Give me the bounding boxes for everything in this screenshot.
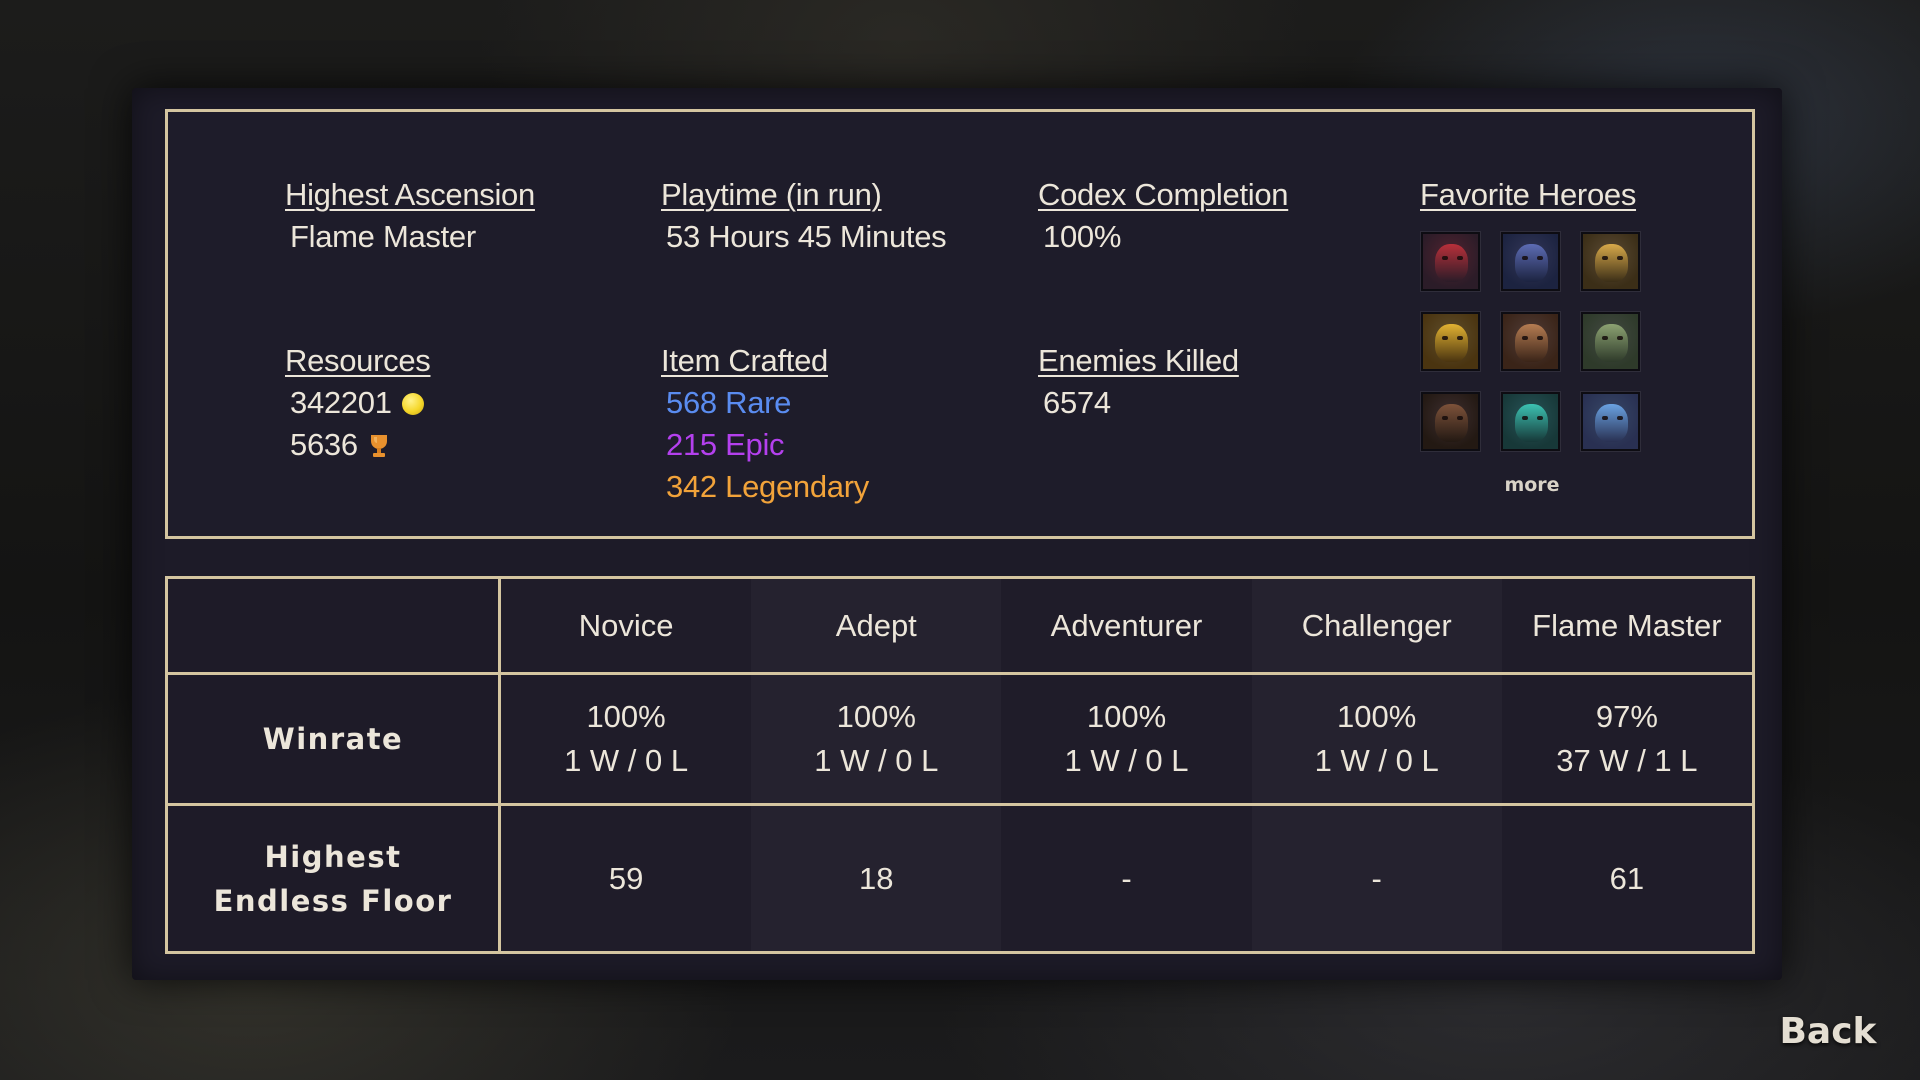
row-label-line: Highest — [264, 839, 402, 874]
endless-floor-cell-adventurer: - — [1001, 806, 1252, 951]
column-header-flame-master: Flame Master — [1501, 579, 1752, 675]
favorite-heroes-label: Favorite Heroes — [1420, 177, 1637, 212]
legendary-items-count: 342 Legendary — [666, 469, 869, 504]
winrate-record: 1 W / 0 L — [564, 743, 689, 778]
endless-floor-cell-challenger: - — [1251, 806, 1502, 951]
winrate-record: 1 W / 0 L — [1064, 743, 1189, 778]
winrate-cell-adept: 100% 1 W / 0 L — [751, 675, 1002, 806]
column-header-adventurer: Adventurer — [1001, 579, 1252, 675]
enemies-killed-value: 6574 — [1043, 385, 1111, 420]
column-header-challenger: Challenger — [1251, 579, 1502, 675]
bearded-man-hero-icon — [1421, 392, 1480, 451]
trophy-amount-row: 5636 — [285, 424, 430, 466]
more-heroes-link[interactable]: more — [1484, 473, 1580, 497]
enemies-killed-stat: Enemies Killed 6574 — [1038, 340, 1239, 424]
golden-winged-hero-icon — [1421, 312, 1480, 371]
playtime-label: Playtime (in run) — [661, 177, 882, 212]
highest-ascension-value: Flame Master — [290, 219, 476, 254]
winrate-cell-novice: 100% 1 W / 0 L — [501, 675, 752, 806]
highest-endless-floor-row-label: Highest Endless Floor — [168, 806, 501, 951]
run-stats-box: Highest Ascension Flame Master Playtime … — [165, 109, 1755, 539]
winrate-percent: 97% — [1595, 699, 1658, 734]
winrate-percent: 100% — [586, 699, 666, 734]
back-button[interactable]: Back — [1772, 1008, 1884, 1056]
difficulty-stats-table: Novice Adept Adventurer Challenger Flame… — [165, 576, 1755, 954]
column-header-adept: Adept — [751, 579, 1002, 675]
resources-stat: Resources 342201 5636 — [285, 340, 431, 466]
winrate-percent: 100% — [1337, 699, 1417, 734]
codex-completion-value: 100% — [1043, 219, 1122, 254]
red-hooded-hero-icon — [1421, 232, 1480, 291]
skull-warrior-hero-icon — [1501, 312, 1560, 371]
endless-floor-cell-novice: 59 — [501, 806, 752, 951]
winrate-percent: 100% — [1086, 699, 1167, 734]
winrate-cell-flame-master: 97% 37 W / 1 L — [1501, 675, 1752, 806]
endless-floor-cell-adept: 18 — [751, 806, 1002, 951]
favorite-heroes-grid — [1421, 232, 1641, 452]
table-corner-cell — [168, 579, 501, 675]
favorite-heroes-heading: Favorite Heroes — [1420, 112, 1636, 216]
column-header-novice: Novice — [501, 579, 752, 675]
row-label-line: Endless Floor — [213, 883, 453, 918]
gold-coin-icon — [401, 393, 424, 415]
codex-completion-label: Codex Completion — [1038, 177, 1289, 212]
winrate-cell-challenger: 100% 1 W / 0 L — [1251, 675, 1502, 806]
items-crafted-label: Item Crafted — [661, 343, 828, 378]
winrate-record: 1 W / 0 L — [1314, 743, 1439, 778]
enemies-killed-label: Enemies Killed — [1038, 343, 1239, 378]
highest-ascension-label: Highest Ascension — [285, 177, 535, 212]
winrate-cell-adventurer: 100% 1 W / 0 L — [1001, 675, 1252, 806]
resources-label: Resources — [285, 343, 431, 378]
rare-items-count: 568 Rare — [666, 385, 792, 420]
winrate-percent: 100% — [836, 699, 916, 734]
highest-ascension-stat: Highest Ascension Flame Master — [285, 174, 535, 258]
green-orc-hero-icon — [1581, 312, 1640, 371]
trophy-amount: 5636 — [290, 427, 358, 462]
trophy-icon — [370, 435, 387, 457]
winrate-record: 37 W / 1 L — [1556, 743, 1698, 778]
codex-completion-stat: Codex Completion 100% — [1038, 174, 1289, 258]
gold-amount: 342201 — [290, 385, 392, 420]
items-crafted-stat: Item Crafted 568 Rare 215 Epic 342 Legen… — [661, 340, 869, 508]
playtime-stat: Playtime (in run) 53 Hours 45 Minutes — [661, 174, 947, 258]
winrate-record: 1 W / 0 L — [814, 743, 939, 778]
playtime-value: 53 Hours 45 Minutes — [666, 219, 947, 254]
golden-golem-hero-icon — [1581, 232, 1640, 291]
teal-creature-hero-icon — [1501, 392, 1560, 451]
blue-armored-hero-icon — [1501, 232, 1560, 291]
gold-amount-row: 342201 — [285, 382, 430, 424]
endless-floor-cell-flame-master: 61 — [1501, 806, 1752, 951]
blue-haired-hero-icon — [1581, 392, 1640, 451]
epic-items-count: 215 Epic — [666, 427, 785, 462]
winrate-row-label: Winrate — [168, 675, 501, 806]
